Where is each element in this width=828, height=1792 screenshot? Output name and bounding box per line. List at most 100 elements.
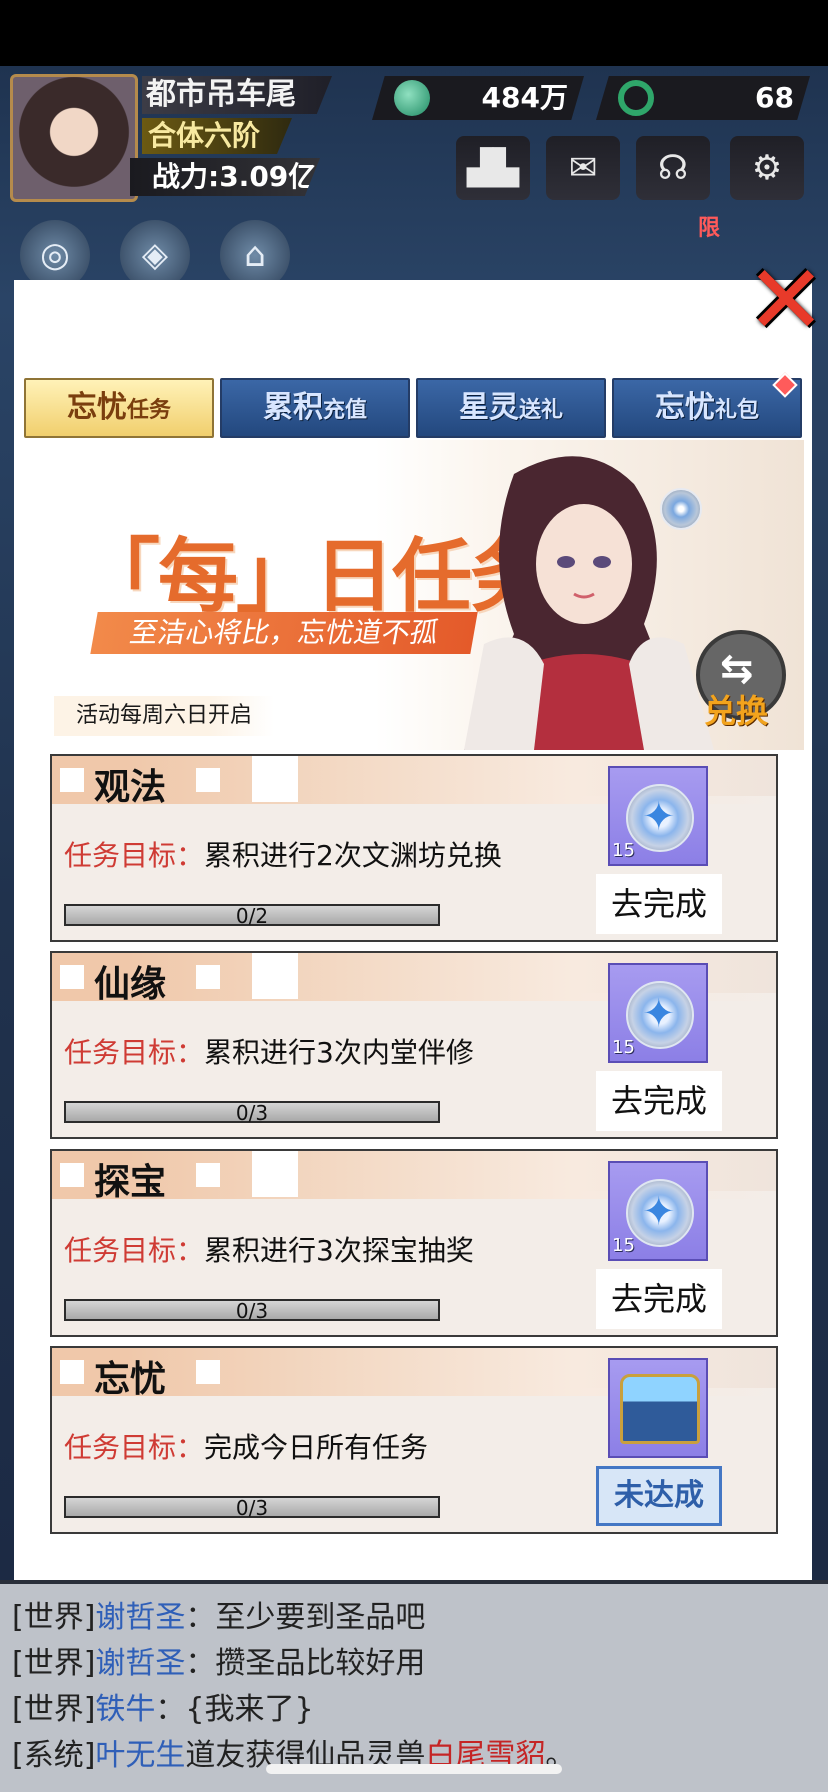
task-card: 忘忧 任务目标：完成今日所有任务 0/3 未达成 (50, 1346, 778, 1534)
pavilion-icon: ⌂ (244, 235, 266, 275)
reward-quantity: 15 (612, 840, 635, 861)
spirit-orb-icon (618, 80, 654, 116)
chat-channel: [世界] (12, 1646, 96, 1681)
tab-package[interactable]: 忘忧礼包 (612, 372, 802, 438)
checkbox (196, 1163, 220, 1187)
star-icon: ✦ (642, 991, 676, 1037)
tab-recharge-sub: 充值 (322, 398, 367, 423)
event-tabs: 忘忧任务 累积充值 星灵送礼 忘忧礼包 (24, 372, 804, 438)
chat-sender[interactable]: 谢哲圣 (95, 1600, 185, 1635)
combat-power: 战力:3.09亿 (130, 158, 320, 196)
progress-text: 0/2 (235, 904, 269, 928)
chat-channel: [世界] (12, 1692, 96, 1727)
event-schedule-note: 活动每周六日开启 (54, 696, 275, 736)
tab-package-label: 忘忧 (654, 390, 715, 425)
jade-amount: 484万 (481, 81, 568, 114)
go-complete-button[interactable]: 去完成 (596, 1071, 722, 1131)
chat-separator: ： (155, 1692, 186, 1727)
task-goal: 任务目标：累积进行3次探宝抽奖 (64, 1229, 474, 1269)
task-card: 仙缘 任务目标：累积进行3次内堂伴修 0/3 ✦ 15 去完成 (50, 951, 778, 1139)
notification-dot (772, 372, 798, 398)
tab-package-sub: 礼包 (714, 398, 759, 423)
tab-task[interactable]: 忘忧任务 (24, 378, 214, 438)
event-modal: 忘忧任务 累积充值 星灵送礼 忘忧礼包 「每」日任务 至洁心将比，忘忧道不孤 ⇆ (14, 280, 812, 1580)
orb-resource[interactable]: 68 (596, 76, 810, 120)
blank-box (252, 1151, 298, 1197)
checkbox (196, 768, 220, 792)
progress-bar: 0/3 (64, 1299, 440, 1323)
jade-icon (394, 80, 430, 116)
tab-gift[interactable]: 星灵送礼 (416, 378, 606, 438)
chat-separator: ： (185, 1646, 216, 1681)
mail-icon: ✉ (568, 148, 598, 188)
task-goal: 任务目标：完成今日所有任务 (64, 1426, 428, 1466)
seal-icon: ◈ (141, 235, 169, 275)
task-card: 观法 任务目标：累积进行2次文渊坊兑换 0/2 ✦ 15 去完成 (50, 754, 778, 942)
star-icon: ✦ (642, 794, 676, 840)
goal-label: 任务目标： (64, 839, 205, 872)
goal-text: 累积进行3次内堂伴修 (204, 1036, 474, 1069)
chat-message: [世界]谢哲圣：至少要到圣品吧 (12, 1592, 425, 1636)
chat-sender[interactable]: 铁牛 (95, 1692, 155, 1727)
gear-icon: ⚙ (751, 148, 783, 188)
star-icon: ✦ (642, 1189, 676, 1235)
jade-resource[interactable]: 484万 (372, 76, 584, 120)
not-achieved-button[interactable]: 未达成 (596, 1466, 722, 1526)
chat-separator: ： (185, 1600, 216, 1635)
home-indicator[interactable] (266, 1764, 562, 1774)
task-goal: 任务目标：累积进行3次内堂伴修 (64, 1031, 474, 1071)
progress-bar: 0/3 (64, 1101, 440, 1125)
chat-sender[interactable]: 叶无生 (95, 1738, 185, 1773)
ranking-button[interactable]: ▟▙ (456, 136, 530, 200)
goal-label: 任务目标： (64, 1036, 205, 1069)
tab-gift-label: 星灵 (458, 390, 519, 425)
player-avatar[interactable] (10, 74, 138, 202)
chat-panel[interactable]: [世界]谢哲圣：至少要到圣品吧 [世界]谢哲圣：攒圣品比较好用 [世界]铁牛：{… (0, 1584, 828, 1792)
reward-item[interactable]: ✦ 15 (608, 766, 708, 866)
go-complete-button[interactable]: 去完成 (596, 1269, 722, 1329)
task-card: 探宝 任务目标：累积进行3次探宝抽奖 0/3 ✦ 15 去完成 (50, 1149, 778, 1337)
balloon-icon: ◎ (40, 235, 70, 275)
chat-text: 至少要到圣品吧 (215, 1600, 426, 1635)
chat-text: {我来了} (185, 1692, 314, 1727)
banner-subtitle: 至洁心将比，忘忧道不孤 (90, 612, 478, 654)
task-title: 探宝 (94, 1162, 167, 1203)
support-button[interactable]: ☊ (636, 136, 710, 200)
task-goal: 任务目标：累积进行2次文渊坊兑换 (64, 834, 502, 874)
checkbox (60, 768, 84, 792)
headset-icon: ☊ (657, 148, 689, 188)
close-button[interactable]: ✕ (744, 252, 828, 348)
tab-recharge[interactable]: 累积充值 (220, 378, 410, 438)
tab-gift-sub: 送礼 (518, 398, 563, 423)
blank-box (252, 953, 298, 999)
chat-channel: [系统] (12, 1738, 96, 1773)
reward-quantity: 15 (612, 1037, 635, 1058)
checkbox (60, 1360, 84, 1384)
task-title: 忘忧 (94, 1359, 167, 1400)
close-icon: ✕ (745, 244, 827, 356)
crystal-icon (660, 488, 702, 530)
chat-text: 攒圣品比较好用 (215, 1646, 426, 1681)
go-complete-button[interactable]: 去完成 (596, 874, 722, 934)
progress-text: 0/3 (235, 1101, 269, 1125)
mail-button[interactable]: ✉ (546, 136, 620, 200)
reward-item[interactable] (608, 1358, 708, 1458)
exchange-button[interactable]: ⇆ 兑换 (696, 630, 786, 730)
tab-task-label: 忘忧 (66, 390, 127, 425)
progress-text: 0/3 (235, 1299, 269, 1323)
progress-bar: 0/2 (64, 904, 440, 928)
settings-button[interactable]: ⚙ (730, 136, 804, 200)
progress-bar: 0/3 (64, 1496, 440, 1520)
chat-sender[interactable]: 谢哲圣 (95, 1646, 185, 1681)
checkbox (196, 1360, 220, 1384)
blank-box (252, 756, 298, 802)
checkbox (196, 965, 220, 989)
goal-label: 任务目标： (64, 1431, 205, 1464)
goal-text: 累积进行3次探宝抽奖 (204, 1234, 474, 1267)
tab-recharge-label: 累积 (262, 390, 323, 425)
treasure-chest-icon (620, 1374, 700, 1444)
checkbox (60, 965, 84, 989)
player-name: 都市吊车尾 (142, 76, 332, 114)
reward-item[interactable]: ✦ 15 (608, 1161, 708, 1261)
reward-item[interactable]: ✦ 15 (608, 963, 708, 1063)
